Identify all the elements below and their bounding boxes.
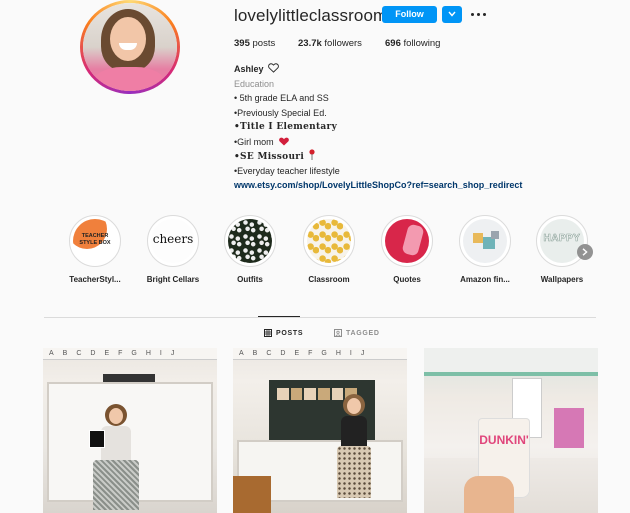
person-top bbox=[341, 416, 367, 446]
person-face bbox=[347, 398, 361, 414]
highlight-cover: TEACHER STYLE BOX bbox=[73, 219, 117, 263]
highlights-next-button[interactable] bbox=[577, 244, 593, 260]
highlight-amazon-finds[interactable]: Amazon fin... bbox=[450, 215, 520, 284]
heart-icon bbox=[268, 63, 279, 73]
highlight-cover bbox=[228, 219, 272, 263]
bio-category: Education bbox=[234, 78, 275, 89]
highlight-cover-ring: HAPPY bbox=[536, 215, 588, 267]
followers-count: 23.7k bbox=[298, 38, 322, 49]
posts-count: 395 bbox=[234, 38, 250, 49]
highlight-cover-ring: cheers bbox=[147, 215, 199, 267]
more-options-icon[interactable] bbox=[468, 6, 488, 23]
highlight-label: Amazon fin... bbox=[460, 275, 510, 284]
ceiling bbox=[424, 348, 598, 372]
person-top bbox=[101, 426, 131, 460]
highlight-classroom[interactable]: Classroom bbox=[294, 215, 364, 284]
bio-line-5-row: •SE Missouri bbox=[234, 149, 522, 164]
followers-stat[interactable]: 23.7k followers bbox=[298, 38, 362, 49]
active-tab-indicator bbox=[258, 316, 300, 317]
following-stat[interactable]: 696 following bbox=[385, 38, 440, 49]
avatar-face bbox=[110, 17, 146, 61]
tab-tagged-label: TAGGED bbox=[346, 329, 380, 337]
highlight-outfits[interactable]: Outfits bbox=[215, 215, 285, 284]
grid-icon bbox=[264, 329, 272, 337]
highlight-label: TeacherStyl... bbox=[69, 275, 121, 284]
highlight-cover-ring bbox=[303, 215, 355, 267]
highlight-cover bbox=[385, 219, 429, 263]
tab-tagged[interactable]: TAGGED bbox=[334, 329, 380, 337]
highlight-cover-text: HAPPY bbox=[543, 233, 581, 245]
alphabet-strip: ABCDEFGHIJ bbox=[233, 348, 407, 360]
highlight-cover bbox=[463, 219, 507, 263]
chair bbox=[233, 476, 271, 513]
highlight-cover-ring bbox=[459, 215, 511, 267]
posts-stat: 395 posts bbox=[234, 38, 275, 49]
highlight-cover-text: cheers bbox=[152, 232, 194, 246]
hand bbox=[464, 476, 514, 513]
red-heart-emoji bbox=[279, 137, 290, 146]
highlight-cover-ring: TEACHER STYLE BOX bbox=[69, 215, 121, 267]
highlight-cover-ring bbox=[224, 215, 276, 267]
alphabet-strip: ABCDEFGHIJ bbox=[43, 348, 217, 360]
post-thumbnail[interactable]: ABCDEFGHIJ bbox=[233, 348, 407, 513]
bio-line-1: • 5th grade ELA and SS bbox=[234, 93, 329, 103]
suggested-accounts-button[interactable] bbox=[442, 6, 462, 23]
highlight-label: Wallpapers bbox=[540, 275, 584, 284]
highlight-label: Classroom bbox=[308, 275, 350, 284]
person-skirt bbox=[337, 446, 371, 498]
highlight-label: Outfits bbox=[237, 275, 263, 284]
tagged-icon bbox=[334, 329, 342, 337]
person-face bbox=[109, 408, 123, 424]
posts-label: posts bbox=[252, 38, 276, 49]
following-label: following bbox=[403, 38, 441, 49]
highlight-cover bbox=[307, 219, 351, 263]
cup-logo-text: DUNKIN' bbox=[479, 433, 529, 447]
following-count: 696 bbox=[385, 38, 401, 49]
pushpin-emoji bbox=[308, 149, 315, 160]
wall-sign bbox=[103, 374, 155, 382]
highlight-cover: cheers bbox=[151, 219, 195, 263]
bio-line-4: •Girl mom bbox=[234, 136, 274, 147]
bio-line-2: •Previously Special Ed. bbox=[234, 107, 327, 118]
highlight-teacherstyle[interactable]: TEACHER STYLE BOX TeacherStyl... bbox=[60, 215, 130, 284]
pink-cabinet bbox=[554, 408, 584, 448]
chevron-right-icon bbox=[582, 248, 588, 256]
highlight-label: Bright Cellars bbox=[146, 275, 200, 284]
avatar-photo bbox=[83, 3, 177, 91]
profile-username: lovelylittleclassroom bbox=[234, 6, 388, 25]
followers-label: followers bbox=[324, 38, 362, 49]
bio-line-3: •Title I Elementary bbox=[234, 122, 338, 132]
held-sign bbox=[89, 430, 105, 448]
chevron-down-icon bbox=[448, 11, 456, 17]
highlight-cover-ring bbox=[381, 215, 433, 267]
border-trim bbox=[424, 372, 598, 376]
bio-name: Ashley bbox=[234, 64, 264, 74]
post-thumbnail[interactable]: DUNKIN' bbox=[424, 348, 598, 513]
profile-avatar[interactable] bbox=[80, 0, 180, 94]
person-skirt bbox=[93, 460, 139, 510]
story-highlights: TEACHER STYLE BOX TeacherStyl... cheers … bbox=[60, 215, 600, 295]
bio-line-6: •Everyday teacher lifestyle bbox=[234, 165, 340, 176]
bio-name-row: Ashley bbox=[234, 62, 522, 77]
tabs-divider bbox=[44, 317, 596, 318]
avatar-shirt bbox=[93, 67, 165, 91]
highlight-label: Quotes bbox=[393, 275, 421, 284]
highlight-cover-text: TEACHER STYLE BOX bbox=[79, 233, 111, 246]
tab-posts[interactable]: POSTS bbox=[264, 329, 303, 337]
bio-line-4-row: •Girl mom bbox=[234, 135, 522, 150]
follow-button[interactable]: Follow bbox=[382, 6, 437, 23]
highlight-bright-cellars[interactable]: cheers Bright Cellars bbox=[138, 215, 208, 284]
post-thumbnail[interactable]: ABCDEFGHIJ bbox=[43, 348, 217, 513]
bio-line-5: •SE Missouri bbox=[234, 152, 305, 162]
profile-bio: Ashley Education • 5th grade ELA and SS … bbox=[234, 62, 522, 193]
tab-posts-label: POSTS bbox=[276, 329, 304, 337]
highlight-quotes[interactable]: Quotes bbox=[372, 215, 442, 284]
bio-website-link[interactable]: www.etsy.com/shop/LovelyLittleShopCo?ref… bbox=[234, 178, 522, 193]
